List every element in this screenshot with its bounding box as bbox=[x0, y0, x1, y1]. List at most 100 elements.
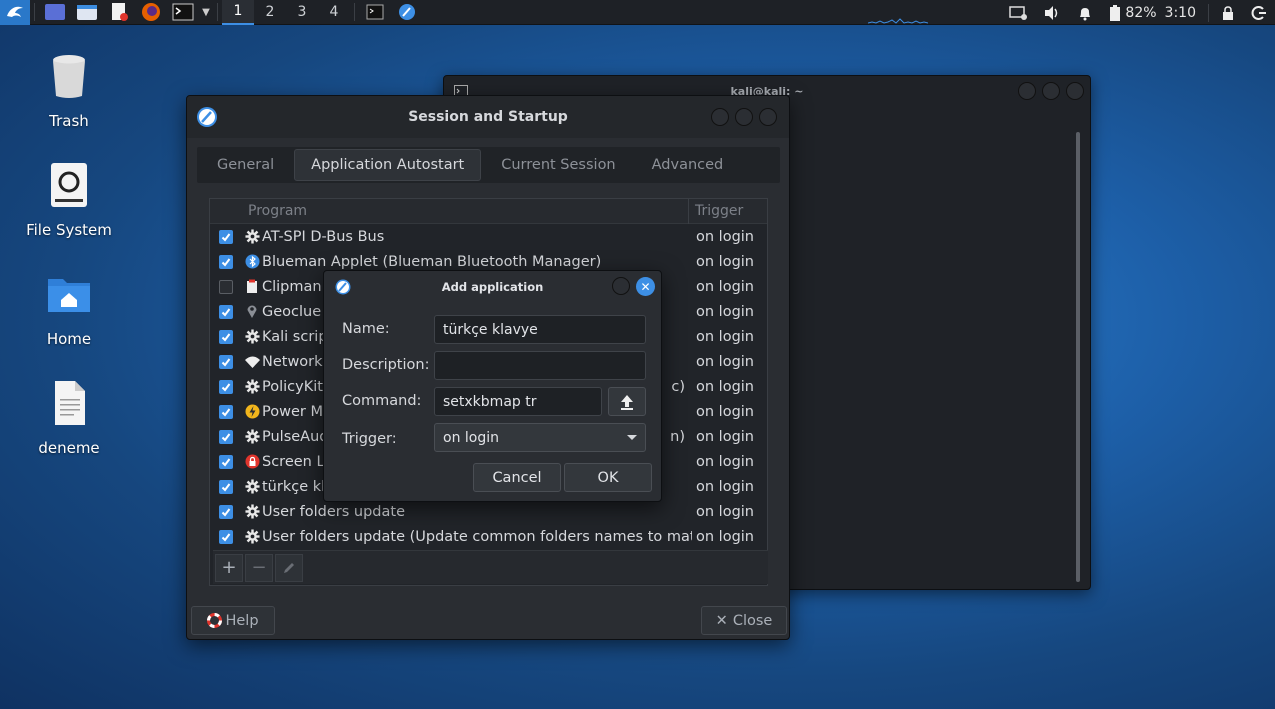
maximize-button[interactable] bbox=[1042, 82, 1060, 100]
show-desktop-button[interactable] bbox=[39, 0, 71, 25]
tab-current-session[interactable]: Current Session bbox=[485, 149, 631, 181]
dialog-close-button[interactable]: ✕ bbox=[636, 277, 655, 296]
command-input[interactable]: setxkbmap tr bbox=[434, 387, 602, 416]
trigger-label: Trigger: bbox=[342, 431, 397, 447]
battery-indicator[interactable]: 82% bbox=[1101, 0, 1164, 25]
firefox-icon bbox=[142, 3, 160, 21]
autostart-checkbox[interactable] bbox=[219, 229, 233, 244]
autostart-checkbox[interactable] bbox=[219, 504, 233, 519]
desktop-deneme[interactable]: deneme bbox=[14, 379, 124, 457]
text-editor-launcher[interactable] bbox=[103, 0, 135, 25]
chevron-down-icon bbox=[627, 435, 637, 440]
tab-advanced[interactable]: Advanced bbox=[636, 149, 740, 181]
home-folder-icon bbox=[48, 279, 90, 312]
list-item[interactable]: AT-SPI D-Bus Bus on login bbox=[210, 224, 767, 249]
autostart-checkbox[interactable] bbox=[219, 404, 233, 419]
workspace-2[interactable]: 2 bbox=[254, 0, 286, 25]
dialog-titlebar[interactable]: Add application ✕ bbox=[324, 271, 661, 303]
help-label: Help bbox=[225, 612, 259, 629]
autostart-checkbox[interactable] bbox=[219, 354, 233, 369]
browse-command-button[interactable] bbox=[608, 387, 646, 416]
trash-icon bbox=[53, 55, 85, 98]
gear-icon bbox=[244, 429, 260, 445]
desktop-icon-label: deneme bbox=[38, 439, 100, 457]
firefox-launcher[interactable] bbox=[135, 0, 167, 25]
help-button[interactable]: Help bbox=[191, 606, 275, 635]
program-name: AT-SPI D-Bus Bus bbox=[262, 228, 385, 245]
minimize-button[interactable] bbox=[1018, 82, 1036, 100]
launcher-dropdown-chevron-icon[interactable]: ▼ bbox=[199, 0, 213, 25]
tab-application-autostart[interactable]: Application Autostart bbox=[294, 149, 482, 181]
desktop-home[interactable]: Home bbox=[14, 270, 124, 348]
logout-icon[interactable] bbox=[1243, 0, 1275, 25]
trigger-value: on login bbox=[696, 503, 754, 520]
session-startup-icon bbox=[335, 279, 351, 295]
file-manager-launcher[interactable] bbox=[71, 0, 103, 25]
cancel-button[interactable]: Cancel bbox=[473, 463, 561, 492]
wifi-icon bbox=[244, 354, 260, 370]
tab-general[interactable]: General bbox=[201, 149, 290, 181]
volume-icon[interactable] bbox=[1035, 0, 1069, 25]
autostart-checkbox[interactable] bbox=[219, 279, 233, 294]
terminal-icon bbox=[366, 4, 384, 20]
list-toolbar: + − bbox=[213, 550, 768, 584]
workspace-3[interactable]: 3 bbox=[286, 0, 318, 25]
trigger-value: on login bbox=[696, 403, 754, 420]
autostart-checkbox[interactable] bbox=[219, 329, 233, 344]
taskbar-session-startup[interactable] bbox=[391, 0, 423, 25]
autostart-checkbox[interactable] bbox=[219, 254, 233, 269]
list-item[interactable]: User folders update on login bbox=[210, 499, 767, 524]
ok-button[interactable]: OK bbox=[564, 463, 652, 492]
trigger-value: on login bbox=[696, 278, 754, 295]
workspace-4[interactable]: 4 bbox=[318, 0, 350, 25]
edit-button[interactable] bbox=[275, 553, 303, 582]
autostart-checkbox[interactable] bbox=[219, 304, 233, 319]
gear-icon bbox=[244, 504, 260, 520]
kali-menu-button[interactable] bbox=[0, 0, 30, 25]
display-settings-icon[interactable] bbox=[1001, 0, 1035, 25]
desktop-trash[interactable]: Trash bbox=[14, 52, 124, 130]
autostart-checkbox[interactable] bbox=[219, 379, 233, 394]
session-startup-icon bbox=[399, 4, 415, 20]
trigger-select[interactable]: on login bbox=[434, 423, 646, 452]
dialog-title: Add application bbox=[441, 280, 544, 294]
description-input[interactable] bbox=[434, 351, 646, 380]
terminal-launcher[interactable] bbox=[167, 0, 199, 25]
list-item[interactable]: User folders update (Update common folde… bbox=[210, 524, 767, 549]
gear-icon bbox=[244, 379, 260, 395]
column-trigger[interactable]: Trigger bbox=[688, 199, 743, 224]
gear-icon bbox=[244, 229, 260, 245]
minimize-button[interactable] bbox=[711, 108, 729, 126]
remove-button[interactable]: − bbox=[245, 553, 273, 582]
workspace-1[interactable]: 1 bbox=[222, 0, 254, 25]
autostart-checkbox[interactable] bbox=[219, 529, 233, 544]
close-button[interactable] bbox=[759, 108, 777, 126]
column-program[interactable]: Program bbox=[210, 203, 688, 219]
trigger-value: on login bbox=[696, 378, 754, 395]
name-input[interactable]: türkçe klavye bbox=[434, 315, 646, 344]
close-window-button[interactable]: ✕ Close bbox=[701, 606, 787, 635]
lock-screen-icon[interactable] bbox=[1213, 0, 1243, 25]
session-titlebar[interactable]: Session and Startup bbox=[187, 96, 789, 138]
close-button[interactable] bbox=[1066, 82, 1084, 100]
panel-separator bbox=[34, 3, 35, 21]
battery-percent: 82% bbox=[1125, 4, 1157, 21]
command-label: Command: bbox=[342, 393, 422, 409]
autostart-checkbox[interactable] bbox=[219, 454, 233, 469]
power-icon bbox=[244, 404, 260, 420]
tab-bar: General Application Autostart Current Se… bbox=[197, 147, 780, 183]
notifications-bell-icon[interactable] bbox=[1069, 0, 1101, 25]
autostart-checkbox[interactable] bbox=[219, 479, 233, 494]
kali-dragon-icon bbox=[7, 6, 23, 17]
autostart-checkbox[interactable] bbox=[219, 429, 233, 444]
maximize-button[interactable] bbox=[612, 277, 630, 295]
close-label: Close bbox=[732, 612, 773, 629]
program-name: User folders update bbox=[262, 503, 406, 520]
desktop-file-system[interactable]: File System bbox=[14, 161, 124, 239]
add-button[interactable]: + bbox=[215, 553, 243, 582]
desktop-icon-label: Trash bbox=[49, 112, 89, 130]
clock[interactable]: 3:10 bbox=[1165, 0, 1204, 25]
taskbar-terminal[interactable] bbox=[359, 0, 391, 25]
maximize-button[interactable] bbox=[735, 108, 753, 126]
terminal-scrollbar[interactable] bbox=[1076, 132, 1080, 582]
